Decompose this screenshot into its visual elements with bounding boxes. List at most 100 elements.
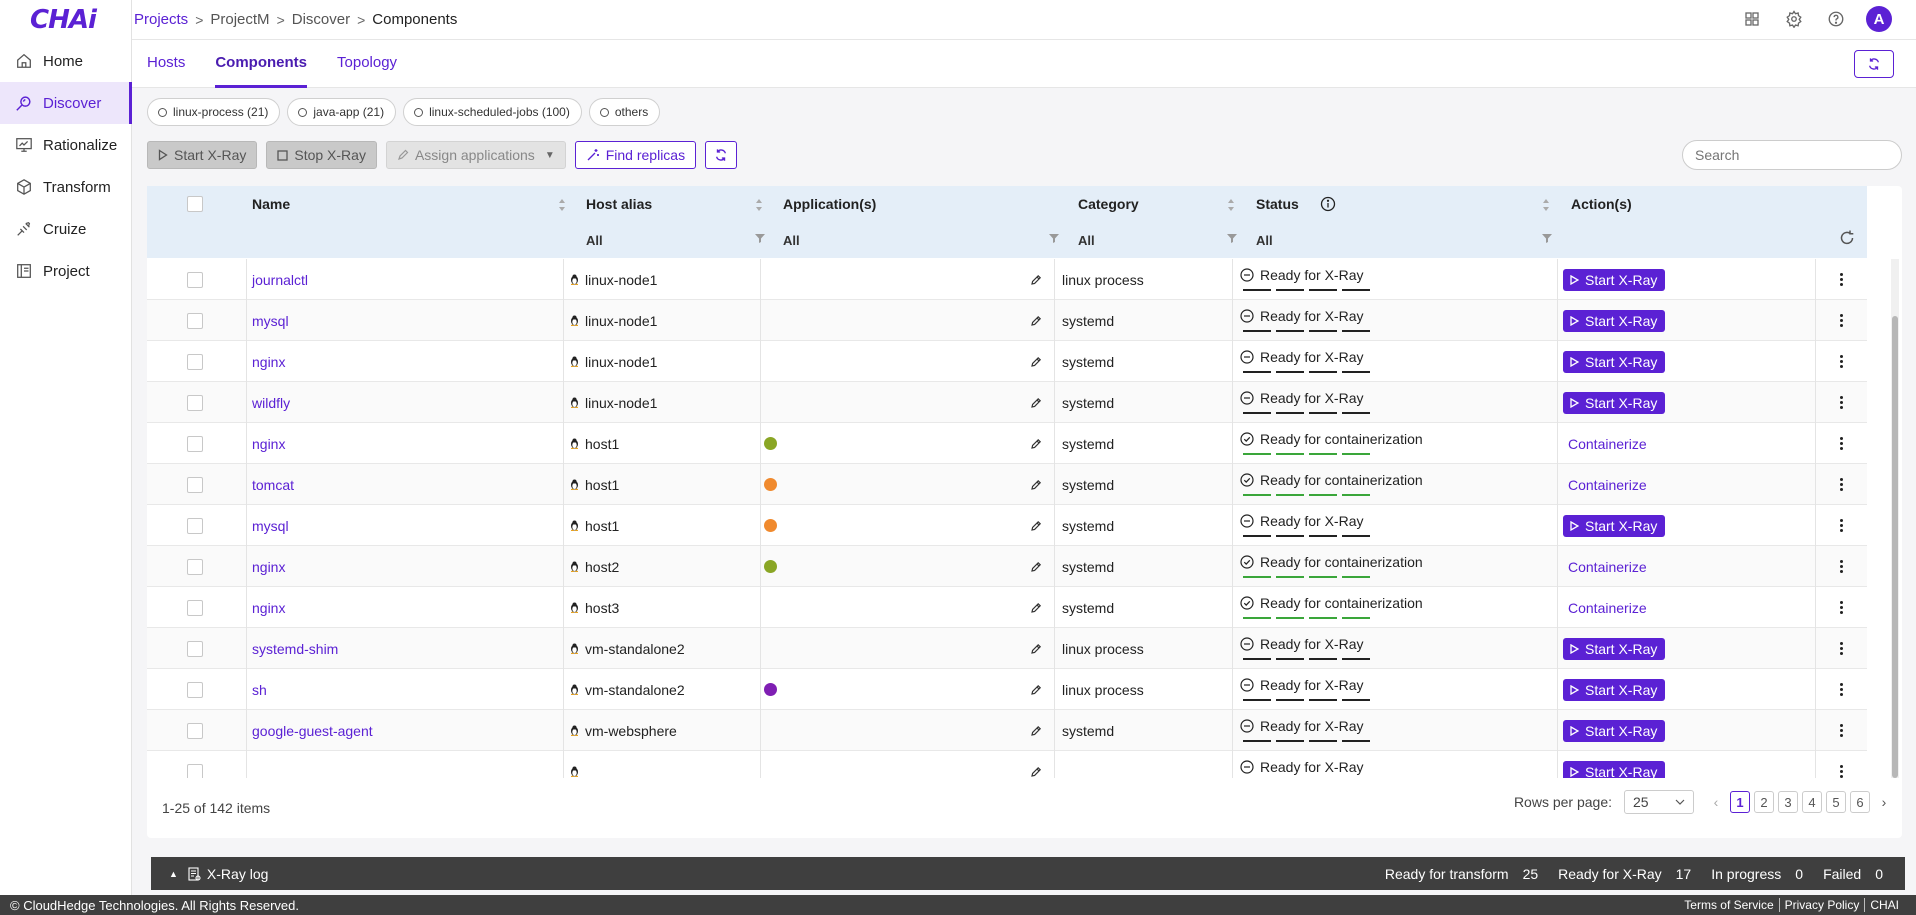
page-button[interactable]: 4 — [1802, 791, 1822, 813]
filter-chip[interactable]: java-app (21) — [287, 98, 397, 126]
containerize-link[interactable]: Containerize — [1563, 559, 1647, 575]
sidebar-item-project[interactable]: Project — [0, 250, 131, 292]
application-dot-icon[interactable] — [764, 560, 777, 573]
checkbox[interactable] — [187, 722, 203, 739]
checkbox[interactable] — [187, 640, 203, 657]
checkbox[interactable] — [187, 681, 203, 698]
edit-application-button[interactable] — [1030, 669, 1042, 710]
column-category[interactable]: Category — [1078, 186, 1139, 222]
filter-host-alias[interactable]: All — [586, 222, 603, 258]
page-button[interactable]: 5 — [1826, 791, 1846, 813]
sort-icon[interactable] — [755, 198, 763, 212]
breadcrumb-projects[interactable]: Projects — [134, 11, 188, 28]
start-xray-row-button[interactable]: Start X-Ray — [1563, 309, 1666, 332]
avatar[interactable]: A — [1866, 6, 1892, 32]
edit-application-button[interactable] — [1030, 300, 1042, 341]
page-button[interactable]: 6 — [1850, 791, 1870, 813]
edit-application-button[interactable] — [1030, 341, 1042, 382]
prev-page-button[interactable]: ‹ — [1708, 794, 1724, 810]
row-menu-button[interactable] — [1840, 710, 1843, 751]
checkbox[interactable] — [187, 763, 203, 778]
checkbox[interactable] — [187, 476, 203, 493]
start-xray-row-button[interactable]: Start X-Ray — [1563, 760, 1666, 778]
sidebar-item-cruize[interactable]: Cruize — [0, 208, 131, 250]
row-checkbox[interactable] — [187, 423, 203, 464]
column-host-alias[interactable]: Host alias — [586, 186, 652, 222]
column-name[interactable]: Name — [252, 186, 290, 222]
containerize-link[interactable]: Containerize — [1563, 477, 1647, 493]
sort-icon[interactable] — [558, 198, 566, 212]
start-xray-row-button[interactable]: Start X-Ray — [1563, 678, 1666, 701]
row-checkbox[interactable] — [187, 628, 203, 669]
checkbox[interactable] — [187, 558, 203, 575]
row-menu-button[interactable] — [1840, 505, 1843, 546]
filter-icon[interactable] — [755, 233, 765, 243]
tab-topology[interactable]: Topology — [322, 39, 412, 87]
table-refresh-button[interactable] — [705, 141, 738, 169]
row-checkbox[interactable] — [187, 341, 203, 382]
info-icon[interactable] — [1320, 196, 1336, 215]
edit-application-button[interactable] — [1030, 464, 1042, 505]
tab-hosts[interactable]: Hosts — [132, 39, 200, 87]
application-dot-icon[interactable] — [764, 478, 777, 491]
edit-application-button[interactable] — [1030, 546, 1042, 587]
refresh-button[interactable] — [1854, 50, 1894, 78]
component-name-link[interactable]: mysql — [252, 300, 289, 341]
checkbox[interactable] — [187, 394, 203, 411]
sidebar-item-rationalize[interactable]: Rationalize — [0, 124, 131, 166]
edit-application-button[interactable] — [1030, 505, 1042, 546]
edit-application-button[interactable] — [1030, 751, 1042, 778]
filter-status[interactable]: All — [1256, 222, 1273, 258]
component-name-link[interactable]: journalctl — [252, 259, 308, 300]
page-button[interactable]: 2 — [1754, 791, 1774, 813]
row-menu-button[interactable] — [1840, 300, 1843, 341]
row-menu-button[interactable] — [1840, 546, 1843, 587]
stop-xray-button[interactable]: Stop X-Ray — [266, 141, 377, 169]
edit-application-button[interactable] — [1030, 423, 1042, 464]
rows-per-page-select[interactable]: 25 — [1624, 790, 1694, 814]
column-applications[interactable]: Application(s) — [783, 186, 876, 222]
brand-link[interactable]: CHAI — [1864, 898, 1904, 912]
sidebar-item-transform[interactable]: Transform — [0, 166, 131, 208]
containerize-link[interactable]: Containerize — [1563, 600, 1647, 616]
start-xray-row-button[interactable]: Start X-Ray — [1563, 268, 1666, 291]
start-xray-row-button[interactable]: Start X-Ray — [1563, 350, 1666, 373]
row-checkbox[interactable] — [187, 587, 203, 628]
xray-log-toggle[interactable]: ▲ X-Ray log — [151, 866, 268, 882]
sidebar-item-discover[interactable]: Discover — [0, 82, 132, 124]
filter-icon[interactable] — [1227, 233, 1237, 243]
terms-link[interactable]: Terms of Service — [1679, 898, 1778, 912]
row-menu-button[interactable] — [1840, 464, 1843, 505]
checkbox[interactable] — [187, 599, 203, 616]
checkbox[interactable] — [187, 271, 203, 288]
component-name-link[interactable]: nginx — [252, 423, 285, 464]
gear-icon[interactable] — [1782, 7, 1806, 31]
scrollbar-thumb[interactable] — [1892, 316, 1898, 778]
sort-icon[interactable] — [1542, 198, 1550, 212]
row-menu-button[interactable] — [1840, 628, 1843, 669]
application-dot-icon[interactable] — [764, 519, 777, 532]
filter-chip[interactable]: linux-scheduled-jobs (100) — [403, 98, 582, 126]
component-name-link[interactable]: nginx — [252, 587, 285, 628]
row-checkbox[interactable] — [187, 505, 203, 546]
row-menu-button[interactable] — [1840, 259, 1843, 300]
search-input[interactable] — [1682, 140, 1902, 170]
assign-applications-button[interactable]: Assign applications ▼ — [385, 141, 566, 169]
row-menu-button[interactable] — [1840, 669, 1843, 710]
column-status[interactable]: Status — [1256, 186, 1299, 222]
checkbox[interactable] — [187, 517, 203, 534]
select-all-checkbox[interactable] — [187, 196, 203, 212]
row-menu-button[interactable] — [1840, 423, 1843, 464]
filter-chip[interactable]: others — [588, 98, 661, 126]
find-replicas-button[interactable]: Find replicas — [574, 141, 697, 169]
breadcrumb-project[interactable]: ProjectM — [210, 11, 269, 28]
component-name-link[interactable]: nginx — [252, 341, 285, 382]
component-name-link[interactable]: mysql — [252, 505, 289, 546]
table-scrollbar[interactable] — [1891, 259, 1899, 778]
page-button[interactable]: 1 — [1730, 791, 1750, 813]
sort-icon[interactable] — [1227, 198, 1235, 212]
start-xray-button[interactable]: Start X-Ray — [147, 141, 258, 169]
start-xray-row-button[interactable]: Start X-Ray — [1563, 637, 1666, 660]
edit-application-button[interactable] — [1030, 382, 1042, 423]
row-checkbox[interactable] — [187, 669, 203, 710]
